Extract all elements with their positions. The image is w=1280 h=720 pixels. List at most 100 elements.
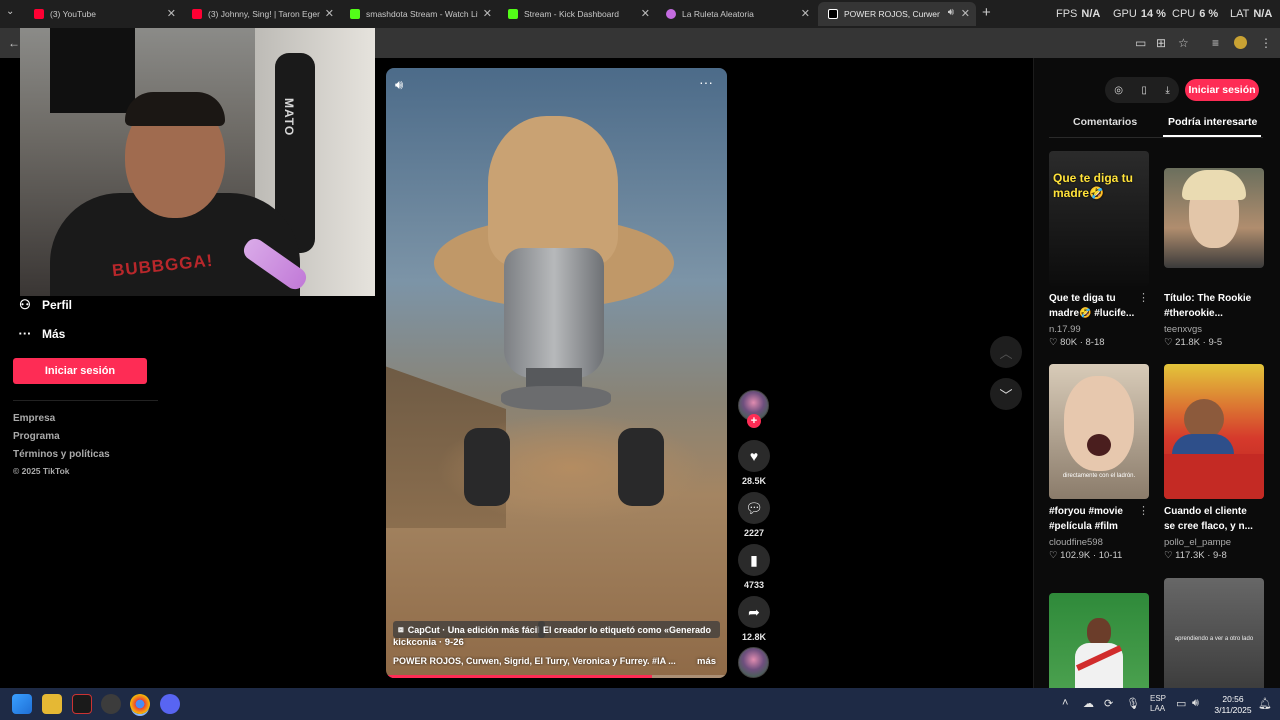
tab-tiktok-active[interactable]: POWER ROJOS, Curwen, Sigrid 🔊︎ ✕ [818, 2, 976, 26]
kebab-icon[interactable]: ⋮ [1138, 504, 1149, 517]
next-video-button[interactable]: ﹀ [990, 378, 1022, 410]
footer-link-programa[interactable]: Programa [13, 431, 60, 442]
close-icon[interactable]: ✕ [801, 7, 810, 20]
ai-label-chip[interactable]: El creador lo etiquetó como «Generado [538, 621, 720, 638]
tab-ruleta-aleatoria[interactable]: La Ruleta Aleatoria ✕ [656, 2, 816, 26]
tray-chevron-icon[interactable]: ˄ [1062, 697, 1068, 709]
suggested-caption[interactable]: Cuando el cliente se cree flaco, y n... [1164, 504, 1259, 534]
ai-label-text: El creador lo etiquetó como «Generado [543, 624, 712, 635]
suggested-thumb[interactable] [1049, 593, 1149, 688]
suggested-caption[interactable]: Que te diga tu madre🤣 #lucife... [1049, 291, 1139, 321]
bookmark-star-icon[interactable]: ☆ [1178, 36, 1189, 50]
suggested-thumb[interactable] [1164, 364, 1264, 499]
suggested-author[interactable]: cloudfine598 [1049, 537, 1103, 548]
panel-tools: ◎ ▯ ⤓ [1105, 77, 1179, 103]
video-robot-base [501, 386, 611, 410]
video-author-line[interactable]: kickconia · 9-26 [393, 637, 464, 648]
suggested-meta: ♡ 80K · 8-18 [1049, 337, 1105, 348]
sound-disc-avatar[interactable] [738, 647, 769, 678]
tab-kick-dashboard[interactable]: Stream - Kick Dashboard ✕ [498, 2, 656, 26]
close-icon[interactable]: ✕ [641, 7, 650, 20]
volume-icon[interactable]: 🔊︎ [395, 77, 403, 93]
kebab-icon[interactable]: ⋮ [1138, 291, 1149, 304]
tab-smashdota-stream[interactable]: smashdota Stream - Watch Live ✕ [340, 2, 498, 26]
video-progress-bar[interactable] [386, 675, 727, 678]
video-more-icon[interactable]: ··· [699, 74, 713, 90]
close-icon[interactable]: ✕ [961, 7, 970, 20]
translate-icon[interactable]: ⊞ [1156, 36, 1166, 50]
new-tab-button[interactable]: + [982, 4, 991, 21]
windows-start-icon[interactable] [12, 694, 32, 714]
share-button[interactable]: ➦ [738, 596, 770, 628]
video-player[interactable]: 🔊︎ ··· ⧈ CapCut · Una edición más fácil … [386, 68, 727, 678]
follow-plus-icon[interactable]: + [747, 414, 761, 428]
suggested-thumb[interactable]: directamente con el ladrón. [1049, 364, 1149, 499]
back-arrow-icon[interactable]: ← [8, 36, 20, 50]
suggested-thumb[interactable] [1164, 168, 1264, 268]
clock-time[interactable]: 20:56 [1208, 694, 1258, 704]
webcam-tv [50, 28, 135, 113]
language-indicator[interactable]: ESP LAA [1150, 694, 1166, 714]
file-explorer-icon[interactable] [42, 694, 62, 714]
nav-profile[interactable]: ⚇ Perfil [18, 297, 72, 313]
thumb-mouth [1087, 434, 1111, 456]
suggested-author[interactable]: teenxvgs [1164, 324, 1202, 335]
media-control-icon[interactable]: ≡ [1212, 36, 1219, 50]
tab-suggested[interactable]: Podría interesarte [1168, 116, 1257, 128]
thumb-overlay-text: aprendiendo a ver a otro lado [1174, 636, 1254, 642]
tab-label: La Ruleta Aleatoria [682, 9, 754, 19]
nav-more[interactable]: ··· Más [18, 326, 66, 341]
suggested-thumb[interactable]: aprendiendo a ver a otro lado [1164, 578, 1264, 688]
lat-stat: LAT N/A [1230, 8, 1273, 20]
footer-link-empresa[interactable]: Empresa [13, 413, 55, 424]
like-button[interactable]: ♥ [738, 440, 770, 472]
phone-icon[interactable]: ▯ [1141, 85, 1147, 96]
suggested-caption[interactable]: Título: The Rookie #therookie... [1164, 291, 1259, 321]
tab-johnny-sing[interactable]: (3) Johnny, Sing! | Taron Egerton ✕ [182, 2, 340, 26]
comment-button[interactable]: 💬︎ [738, 492, 770, 524]
sync-icon[interactable]: ⟳ [1104, 697, 1113, 710]
speaker-icon[interactable]: 🔊︎ [948, 7, 954, 18]
volume-tray-icon[interactable]: 🔊︎ [1192, 697, 1199, 710]
app-icon[interactable] [72, 694, 92, 714]
network-icon[interactable]: ▭ [1176, 697, 1186, 710]
tab-active-indicator [1163, 135, 1261, 137]
comment-icon: 💬︎ [745, 499, 763, 516]
nav-profile-label: Perfil [42, 298, 73, 312]
tab-search-button[interactable]: ⌄ [6, 6, 14, 17]
chevron-up-icon: ︿ [999, 345, 1013, 361]
steam-icon[interactable] [101, 694, 121, 714]
bookmark-icon: ▮ [750, 551, 758, 568]
video-progress-fill [386, 675, 652, 678]
panel-login-button[interactable]: Iniciar sesión [1185, 79, 1259, 101]
close-icon[interactable]: ✕ [483, 7, 492, 20]
clock-date[interactable]: 3/11/2025 [1208, 705, 1258, 715]
tab-comments[interactable]: Comentarios [1073, 116, 1137, 128]
footer-link-terminos[interactable]: Términos y políticas [13, 449, 110, 460]
tab-youtube[interactable]: (3) YouTube ✕ [24, 2, 182, 26]
browser-tab-strip: ⌄ (3) YouTube ✕ (3) Johnny, Sing! | Taro… [0, 0, 1280, 28]
onedrive-icon[interactable]: ☁ [1083, 697, 1094, 710]
login-button[interactable]: Iniciar sesión [13, 358, 147, 384]
cast-icon[interactable]: ▭ [1135, 36, 1146, 50]
suggested-caption[interactable]: #foryou #movie #película #film [1049, 504, 1139, 534]
close-icon[interactable]: ✕ [167, 7, 176, 20]
discord-icon[interactable] [160, 694, 180, 714]
suggested-thumb[interactable]: Que te diga tu madre🤣 [1049, 151, 1149, 286]
download-icon[interactable]: ⤓ [1165, 85, 1169, 96]
ellipsis-icon: ··· [18, 326, 32, 341]
profile-avatar-icon[interactable] [1234, 36, 1247, 49]
suggested-author[interactable]: pollo_el_pampe [1164, 537, 1231, 548]
compass-icon[interactable]: ◎ [1114, 85, 1123, 96]
prev-video-button[interactable]: ︿ [990, 336, 1022, 368]
close-icon[interactable]: ✕ [325, 7, 334, 20]
capcut-chip[interactable]: ⧈ CapCut · Una edición más fácil [393, 621, 545, 638]
microphone-icon[interactable]: 🎙︎ [1126, 697, 1140, 710]
suggested-author[interactable]: n.17.99 [1049, 324, 1081, 335]
save-button[interactable]: ▮ [738, 544, 770, 576]
menu-kebab-icon[interactable]: ⋮ [1260, 36, 1272, 50]
notification-bell-icon[interactable]: 🔔︎ [1258, 697, 1272, 710]
description-more-link[interactable]: más [697, 656, 716, 667]
youtube-icon [192, 9, 202, 19]
chrome-icon[interactable] [130, 694, 150, 714]
